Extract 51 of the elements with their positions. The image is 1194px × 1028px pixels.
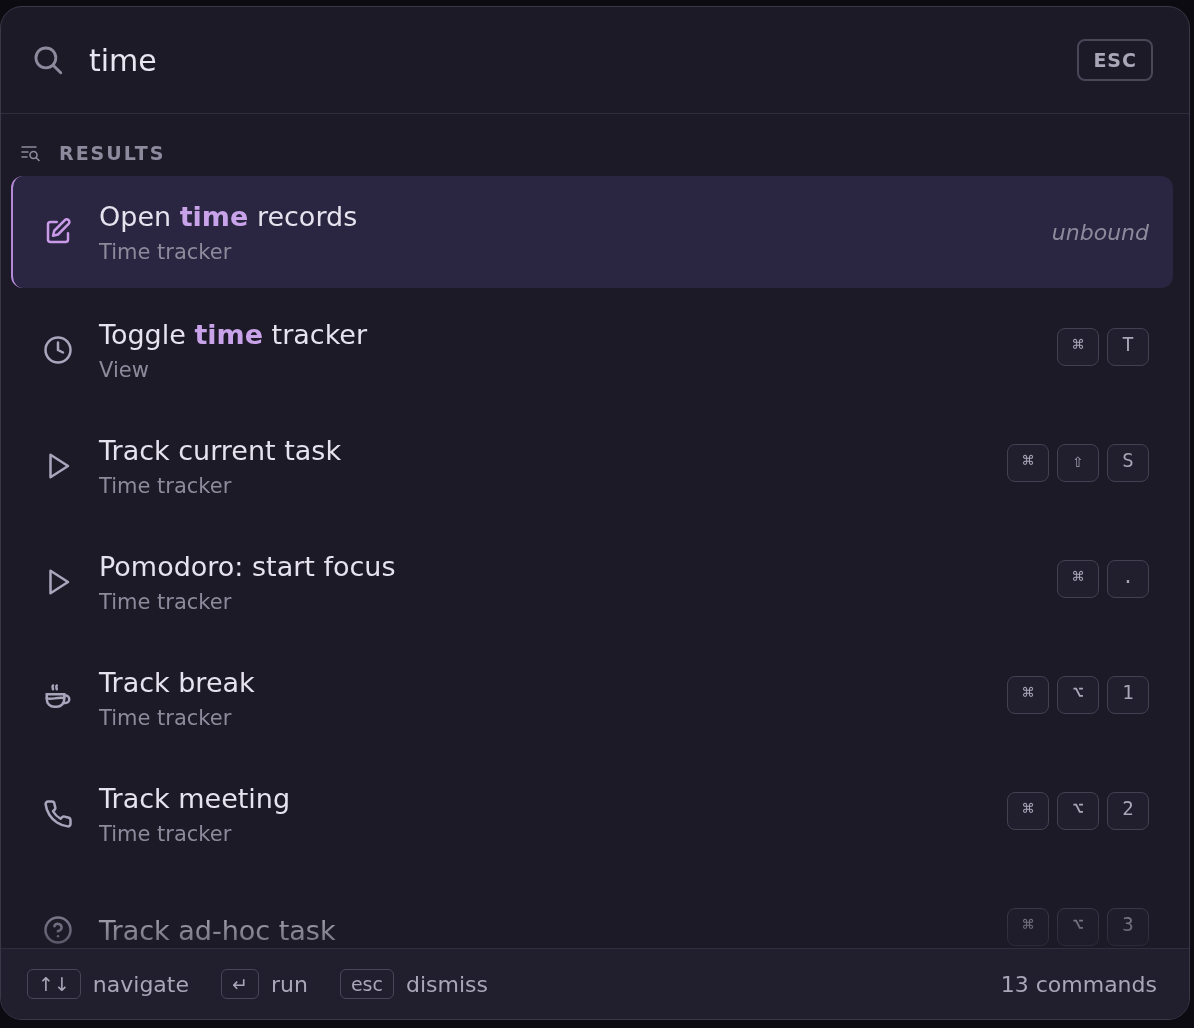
key-cap: ⌘ xyxy=(1007,444,1049,482)
result-item[interactable]: Track ad-hoc task ⌘ ⌥ 3 xyxy=(11,872,1173,948)
key-cap: 1 xyxy=(1107,676,1149,714)
key-cap: ↵ xyxy=(221,969,259,999)
section-label: RESULTS xyxy=(59,142,166,164)
question-icon xyxy=(43,915,73,945)
command-category: Time tracker xyxy=(99,239,233,264)
key-cap: ⌥ xyxy=(1057,676,1099,714)
command-title: Pomodoro: start focus xyxy=(99,550,397,582)
key-cap: ⌥ xyxy=(1057,908,1099,946)
esc-key[interactable]: ESC xyxy=(1077,39,1153,81)
key-cap: 2 xyxy=(1107,792,1149,830)
result-item[interactable]: Track current task Time tracker ⌘ ⇧ S xyxy=(11,408,1173,524)
result-item[interactable]: Toggle time tracker View ⌘ T xyxy=(11,292,1173,408)
key-cap: ↑↓ xyxy=(27,969,81,999)
key-cap: ⌘ xyxy=(1057,328,1099,366)
command-category: Time tracker xyxy=(99,821,233,846)
shortcut-hint: unbound xyxy=(1051,219,1149,245)
command-title: Open time records xyxy=(99,200,359,232)
search-field[interactable]: time xyxy=(89,42,1078,78)
key-cap: 3 xyxy=(1107,908,1149,946)
key-cap: T xyxy=(1107,328,1149,366)
result-item[interactable]: Open time records Time tracker unbound xyxy=(11,176,1173,288)
command-category: View xyxy=(99,357,150,382)
command-title: Toggle time tracker xyxy=(99,318,369,350)
command-title: Track break xyxy=(99,666,256,698)
command-category: Time tracker xyxy=(99,473,233,498)
key-cap: S xyxy=(1107,444,1149,482)
key-cap: ⌘ xyxy=(1007,676,1049,714)
result-item[interactable]: Track break Time tracker ⌘ ⌥ 1 xyxy=(11,640,1173,756)
command-category: Time tracker xyxy=(99,705,233,730)
command-category: Time tracker xyxy=(99,589,233,614)
command-title: Track current task xyxy=(99,434,343,466)
key-cap: ⇧ xyxy=(1057,444,1099,482)
command-title: Track ad-hoc task xyxy=(99,914,337,946)
key-cap: . xyxy=(1107,560,1149,598)
clock-icon xyxy=(43,335,73,365)
command-title: Track meeting xyxy=(99,782,292,814)
key-hint-label: run xyxy=(270,971,308,997)
key-hint-label: dismiss xyxy=(405,971,488,997)
command-count: 13 commands xyxy=(1000,971,1157,997)
key-cap: ⌘ xyxy=(1007,908,1049,946)
phone-icon xyxy=(43,799,73,829)
key-cap: ⌥ xyxy=(1057,792,1099,830)
result-item[interactable]: Track meeting Time tracker ⌘ ⌥ 2 xyxy=(11,756,1173,872)
key-cap: esc xyxy=(339,969,394,999)
key-cap: ⌘ xyxy=(1057,560,1099,598)
result-item[interactable]: Pomodoro: start focus Time tracker ⌘ . xyxy=(11,524,1173,640)
results-list-icon xyxy=(21,144,41,162)
key-hint-label: navigate xyxy=(92,971,189,997)
key-cap: ⌘ xyxy=(1007,792,1049,830)
